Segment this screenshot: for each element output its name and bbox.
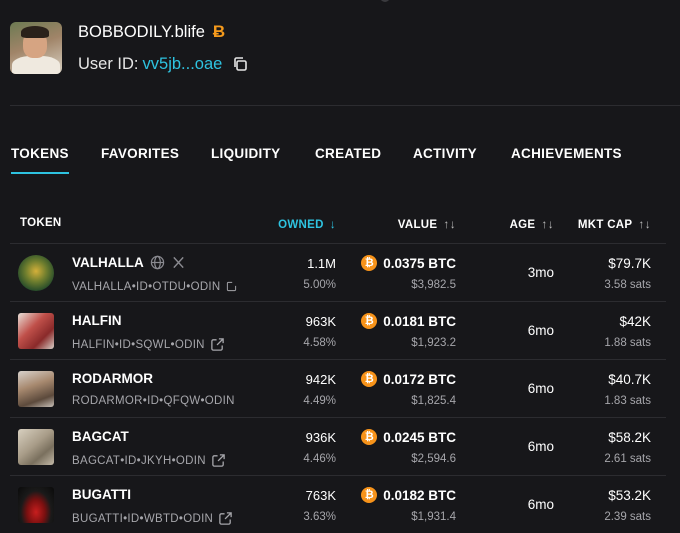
token-id: VALHALLA•ID•OTDU•ODIN bbox=[72, 280, 221, 293]
value-btc: 0.0172 BTC bbox=[383, 371, 456, 387]
btc-coin-icon: ₿ bbox=[361, 255, 378, 271]
token-image-bagcat bbox=[18, 429, 54, 465]
sort-down-icon: ↓ bbox=[329, 217, 336, 231]
x-logo-icon[interactable] bbox=[171, 255, 186, 270]
owned-percent: 4.49% bbox=[303, 395, 336, 407]
value-usd: $1,923.2 bbox=[411, 337, 456, 349]
tab-created[interactable]: CREATED bbox=[315, 146, 381, 161]
token-name: RODARMOR bbox=[72, 371, 153, 386]
token-age: 6mo bbox=[527, 439, 554, 454]
market-cap-sats: 1.88 sats bbox=[604, 337, 651, 349]
owned-percent: 4.58% bbox=[303, 337, 336, 349]
token-id: RODARMOR•ID•QFQW•ODIN bbox=[72, 395, 235, 407]
avatar bbox=[10, 22, 62, 74]
table-row[interactable]: VALHALLA VALHALLA•ID•OTDU•ODIN 1.1M 5.00… bbox=[10, 244, 666, 302]
token-image-rodarmor bbox=[18, 371, 54, 407]
token-name: BAGCAT bbox=[72, 429, 129, 444]
value-btc: 0.0245 BTC bbox=[383, 429, 456, 445]
tab-tokens[interactable]: TOKENS bbox=[11, 146, 69, 174]
tab-liquidity[interactable]: LIQUIDITY bbox=[211, 146, 280, 161]
table-row[interactable]: HALFIN HALFIN•ID•SQWL•ODIN 963K 4.58% ₿ 0… bbox=[10, 302, 666, 360]
tab-achievements[interactable]: ACHIEVEMENTS bbox=[511, 146, 622, 161]
external-link-icon[interactable] bbox=[211, 453, 226, 468]
market-cap: $42K bbox=[619, 314, 651, 329]
token-name: BUGATTI bbox=[72, 487, 131, 502]
tab-favorites[interactable]: FAVORITES bbox=[101, 146, 179, 161]
table-header: TOKEN OWNED ↓ VALUE ↑↓ AGE ↑↓ MKT CAP ↑↓ bbox=[10, 212, 666, 234]
username-text: BOBBODILY.blife bbox=[78, 22, 205, 41]
table-row[interactable]: RODARMOR RODARMOR•ID•QFQW•ODIN 942K 4.49… bbox=[10, 360, 666, 418]
token-image-bugatti bbox=[18, 487, 54, 523]
value-usd: $2,594.6 bbox=[411, 453, 456, 465]
table-row[interactable]: BUGATTI BUGATTI•ID•WBTD•ODIN 763K 3.63% … bbox=[10, 476, 666, 533]
owned-percent: 4.46% bbox=[303, 453, 336, 465]
value-btc: 0.0375 BTC bbox=[383, 255, 456, 271]
market-cap-sats: 2.39 sats bbox=[604, 511, 651, 523]
token-name: VALHALLA bbox=[72, 255, 144, 270]
tab-activity[interactable]: ACTIVITY bbox=[413, 146, 477, 161]
value-btc: 0.0182 BTC bbox=[383, 487, 456, 503]
external-link-icon[interactable] bbox=[226, 279, 237, 294]
column-token: TOKEN bbox=[20, 217, 62, 229]
market-cap: $58.2K bbox=[608, 430, 651, 445]
market-cap-sats: 2.61 sats bbox=[604, 453, 651, 465]
owned-amount: 763K bbox=[305, 488, 336, 503]
column-owned[interactable]: OWNED ↓ bbox=[278, 217, 336, 231]
top-indicator bbox=[380, 0, 390, 2]
market-cap: $53.2K bbox=[608, 488, 651, 503]
owned-amount: 936K bbox=[305, 430, 336, 445]
user-id: User ID: vv5jb...oae bbox=[78, 54, 248, 74]
btc-coin-icon: ₿ bbox=[361, 313, 378, 329]
token-age: 6mo bbox=[527, 323, 554, 338]
token-image-valhalla bbox=[18, 255, 54, 291]
username: BOBBODILY.blife Ƀ bbox=[78, 22, 225, 42]
column-mkt-cap[interactable]: MKT CAP ↑↓ bbox=[578, 217, 651, 231]
token-age: 6mo bbox=[527, 497, 554, 512]
value-btc: 0.0181 BTC bbox=[383, 313, 456, 329]
owned-percent: 3.63% bbox=[303, 511, 336, 523]
market-cap-sats: 1.83 sats bbox=[604, 395, 651, 407]
value-usd: $1,931.4 bbox=[411, 511, 456, 523]
header-divider bbox=[10, 105, 680, 106]
column-value[interactable]: VALUE ↑↓ bbox=[398, 217, 456, 231]
sort-icon: ↑↓ bbox=[443, 217, 456, 231]
profile-header: BOBBODILY.blife Ƀ User ID: vv5jb...oae bbox=[10, 22, 670, 74]
bitcoin-brand-icon: Ƀ bbox=[212, 22, 226, 41]
token-age: 3mo bbox=[527, 265, 554, 280]
external-link-icon[interactable] bbox=[218, 511, 233, 526]
owned-percent: 5.00% bbox=[303, 279, 336, 291]
token-id: BUGATTI•ID•WBTD•ODIN bbox=[72, 512, 214, 525]
owned-amount: 963K bbox=[305, 314, 336, 329]
copy-icon[interactable] bbox=[232, 56, 248, 72]
user-id-label: User ID: bbox=[78, 54, 139, 73]
sort-icon: ↑↓ bbox=[541, 217, 554, 231]
market-cap: $40.7K bbox=[608, 372, 651, 387]
external-link-icon[interactable] bbox=[210, 337, 225, 352]
profile-tabs: TOKENS FAVORITES LIQUIDITY CREATED ACTIV… bbox=[11, 146, 671, 176]
value-usd: $3,982.5 bbox=[411, 279, 456, 291]
token-name: HALFIN bbox=[72, 313, 122, 328]
market-cap: $79.7K bbox=[608, 256, 651, 271]
token-id: HALFIN•ID•SQWL•ODIN bbox=[72, 338, 205, 351]
user-id-value[interactable]: vv5jb...oae bbox=[143, 55, 223, 74]
globe-icon[interactable] bbox=[150, 255, 165, 270]
table-row[interactable]: BAGCAT BAGCAT•ID•JKYH•ODIN 936K 4.46% ₿ 0… bbox=[10, 418, 666, 476]
sort-icon: ↑↓ bbox=[638, 217, 651, 231]
btc-coin-icon: ₿ bbox=[361, 371, 378, 387]
btc-coin-icon: ₿ bbox=[361, 487, 378, 503]
token-id: BAGCAT•ID•JKYH•ODIN bbox=[72, 454, 206, 467]
owned-amount: 942K bbox=[305, 372, 336, 387]
owned-amount: 1.1M bbox=[307, 256, 336, 271]
token-age: 6mo bbox=[527, 381, 554, 396]
token-image-halfin bbox=[18, 313, 54, 349]
column-age[interactable]: AGE ↑↓ bbox=[510, 217, 554, 231]
market-cap-sats: 3.58 sats bbox=[604, 279, 651, 291]
btc-coin-icon: ₿ bbox=[361, 429, 378, 445]
value-usd: $1,825.4 bbox=[411, 395, 456, 407]
